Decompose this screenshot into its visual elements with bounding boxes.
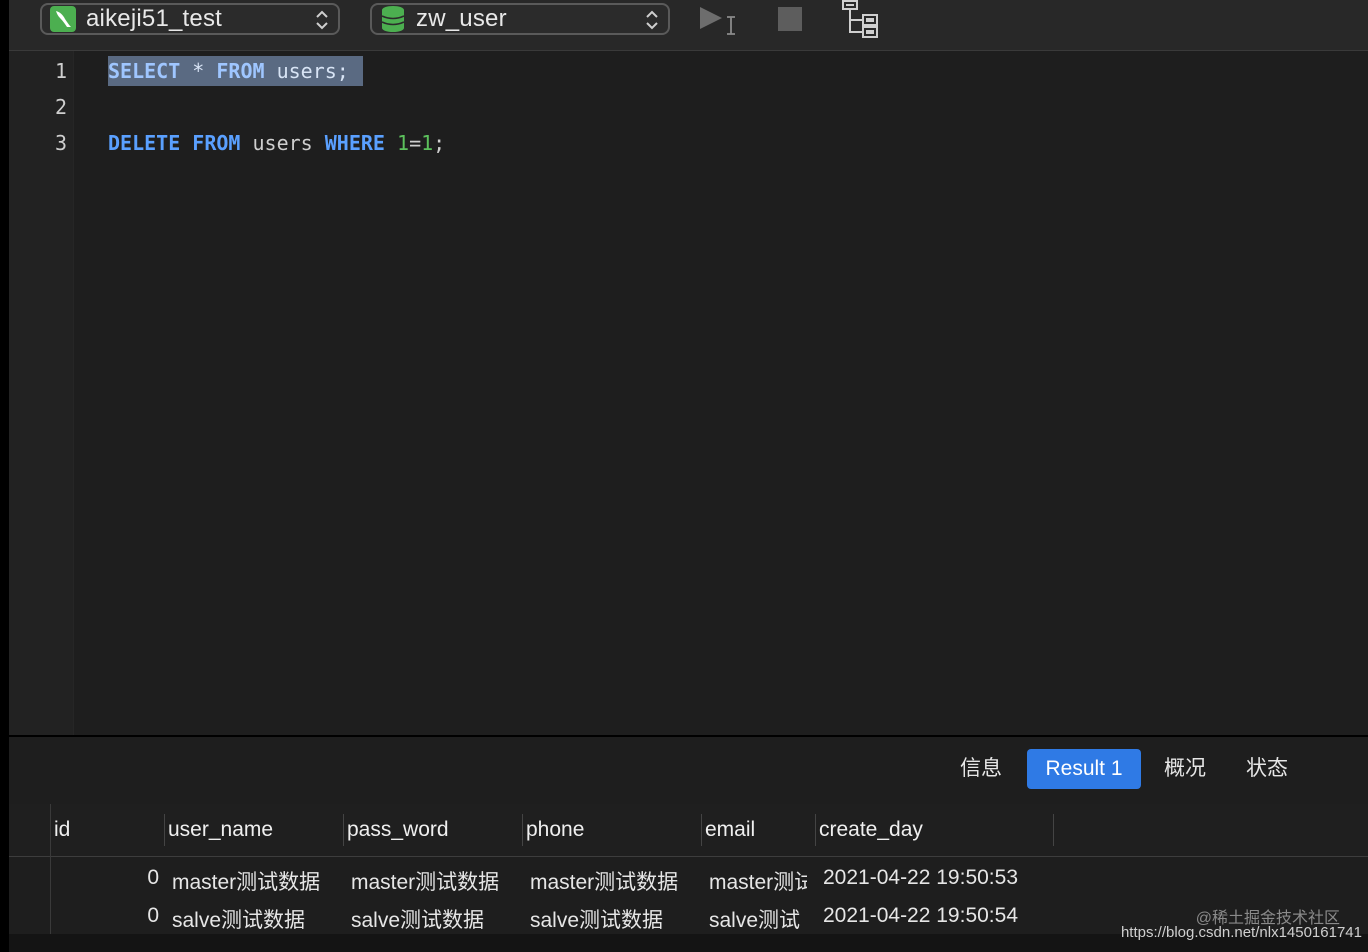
line-number: 3 [54, 131, 67, 155]
run-selection-icon [700, 7, 735, 35]
run-selection-button[interactable] [699, 6, 739, 38]
cell-create-day[interactable]: 2021-04-22 19:50:54 [823, 904, 1049, 928]
cell-phone[interactable]: master测试数据 [530, 866, 700, 896]
tab-profile[interactable]: 概况 [1149, 749, 1221, 789]
line-number-gutter: 1 2 3 [9, 51, 74, 735]
tab-status[interactable]: 状态 [1231, 749, 1303, 789]
column-divider[interactable] [701, 814, 702, 846]
sql-keyword: WHERE [324, 131, 385, 155]
result-tabs-bar: 信息 Result 1 概况 状态 [9, 735, 1368, 806]
sql-number: 1 [421, 131, 434, 155]
stop-button[interactable] [777, 6, 803, 32]
sql-keyword: FROM [192, 131, 241, 155]
sql-text: ; [433, 131, 446, 155]
column-divider[interactable] [1053, 814, 1054, 846]
column-divider[interactable] [522, 814, 523, 846]
code-line-1[interactable]: SELECT * FROM users; [108, 56, 363, 86]
app-window: aikeji51_test zw_user 1 2 3 SELECT * FRO… [0, 0, 1368, 952]
sql-text: * [180, 59, 217, 83]
tab-info[interactable]: 信息 [945, 749, 1017, 789]
sql-text: = [409, 131, 422, 155]
cell-email[interactable]: salve测试 [709, 904, 807, 934]
database-label: zw_user [416, 5, 507, 32]
explain-tree-icon [842, 0, 878, 38]
connection-selector[interactable]: aikeji51_test [40, 3, 340, 35]
cell-phone[interactable]: salve测试数据 [530, 904, 700, 934]
toolbar: aikeji51_test zw_user [9, 0, 1368, 51]
code-line-3[interactable]: DELETE FROM users WHERE 1=1; [108, 128, 445, 158]
column-header-id[interactable]: id [54, 818, 70, 842]
line-number: 1 [54, 59, 67, 83]
sql-text: users [240, 131, 325, 155]
mysql-connection-icon [50, 6, 76, 32]
row-gutter [50, 804, 51, 952]
sql-keyword: SELECT [108, 59, 181, 83]
window-edge [0, 0, 9, 952]
explain-button[interactable] [841, 0, 881, 40]
column-header-phone[interactable]: phone [526, 818, 584, 842]
column-divider[interactable] [164, 814, 165, 846]
column-header-pass-word[interactable]: pass_word [347, 818, 449, 842]
column-header-email[interactable]: email [705, 818, 755, 842]
cell-id[interactable]: 0 [129, 866, 159, 890]
sql-keyword: DELETE [108, 131, 181, 155]
cell-email[interactable]: master测试 [709, 866, 807, 896]
stop-icon [778, 7, 802, 31]
cell-create-day[interactable]: 2021-04-22 19:50:53 [823, 866, 1049, 890]
sql-number: 1 [397, 131, 410, 155]
grid-header: id user_name pass_word phone email creat… [9, 804, 1368, 857]
column-divider[interactable] [343, 814, 344, 846]
database-icon [380, 6, 406, 32]
column-divider[interactable] [815, 814, 816, 846]
column-header-create-day[interactable]: create_day [819, 818, 923, 842]
cell-id[interactable]: 0 [129, 904, 159, 928]
column-header-user-name[interactable]: user_name [168, 818, 273, 842]
cell-user-name[interactable]: salve测试数据 [172, 904, 342, 934]
chevron-updown-icon [316, 10, 328, 30]
tab-result-1[interactable]: Result 1 [1027, 749, 1141, 789]
sql-editor[interactable]: 1 2 3 SELECT * FROM users; DELETE FROM u… [9, 51, 1368, 735]
watermark-url: https://blog.csdn.net/nlx1450161741 [1120, 924, 1362, 941]
database-selector[interactable]: zw_user [370, 3, 670, 35]
cell-pass-word[interactable]: salve测试数据 [351, 904, 521, 934]
chevron-updown-icon [646, 10, 658, 30]
sql-keyword: FROM [216, 59, 265, 83]
cell-user-name[interactable]: master测试数据 [172, 866, 342, 896]
line-number: 2 [54, 95, 67, 119]
sql-text: users; [264, 59, 349, 83]
cell-pass-word[interactable]: master测试数据 [351, 866, 521, 896]
connection-label: aikeji51_test [86, 5, 223, 32]
